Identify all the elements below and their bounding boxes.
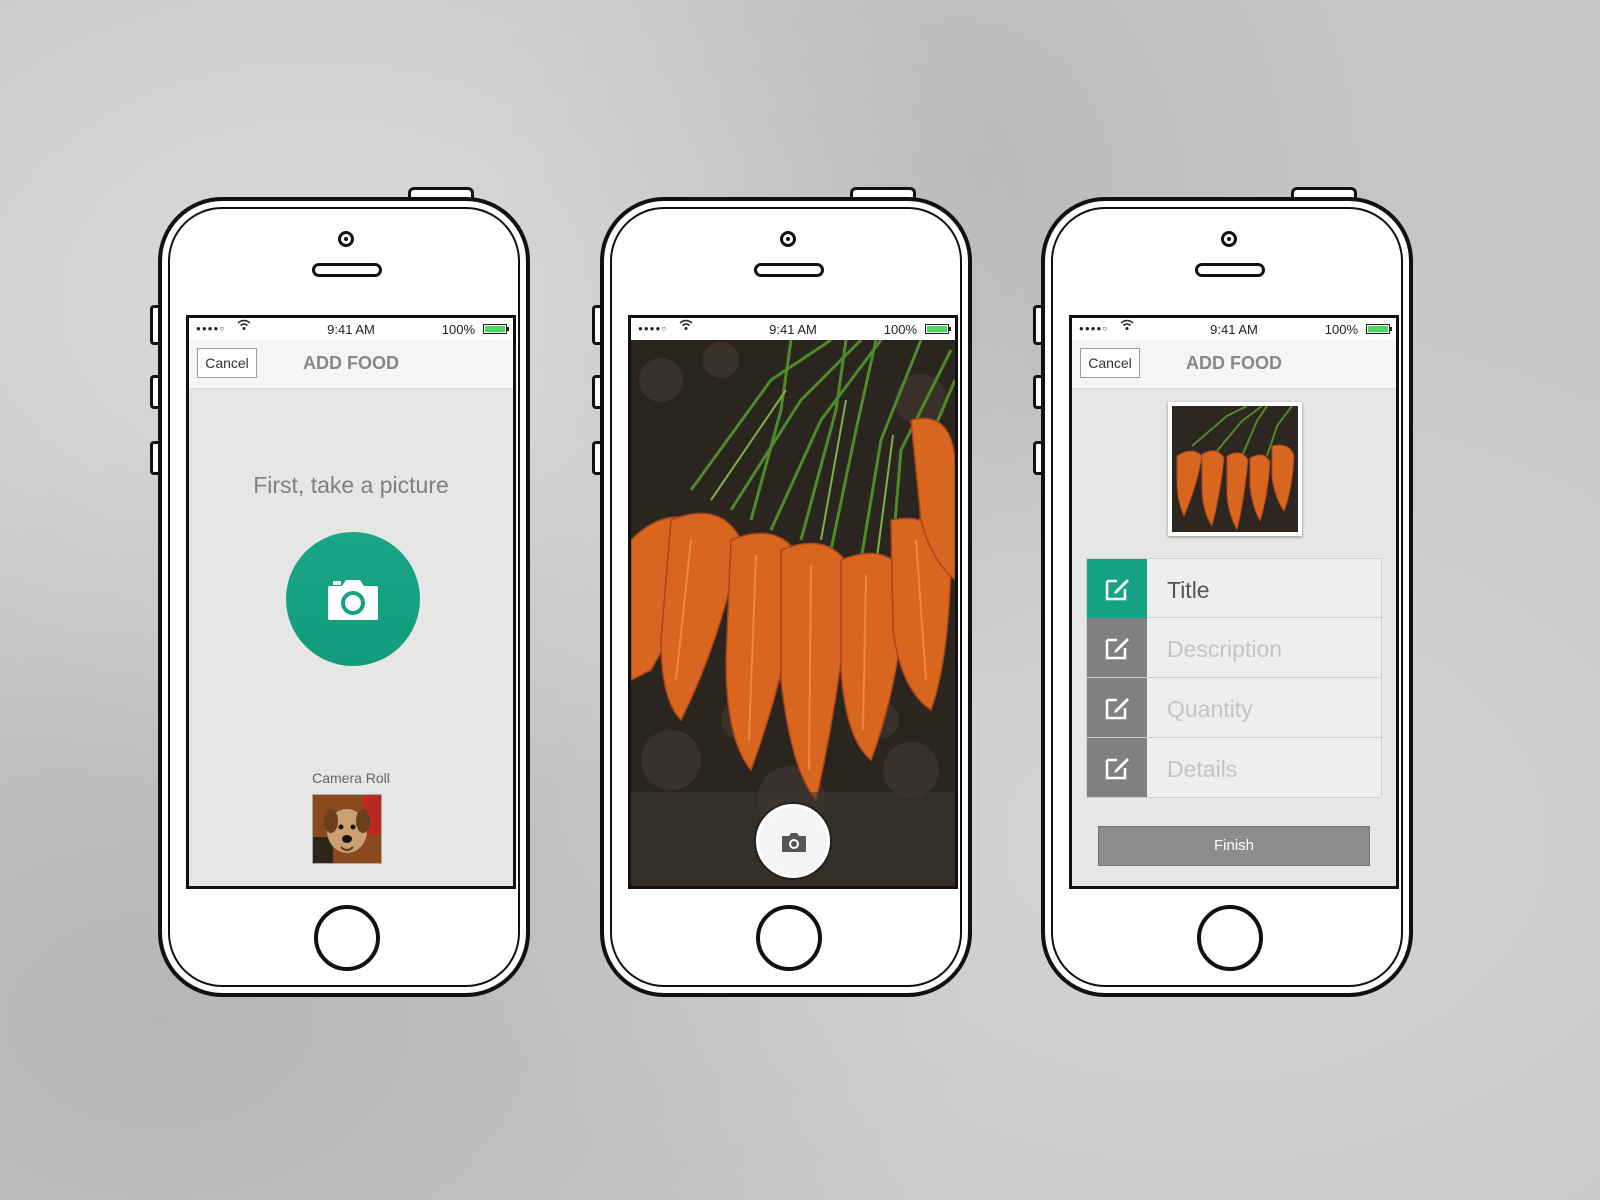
front-camera xyxy=(338,231,354,247)
home-button xyxy=(314,905,380,971)
phone-mockup-1: ●●●●○ 9:41 AM 100% Cancel ADD FOOD First… xyxy=(150,187,538,1007)
food-photo-thumbnail[interactable] xyxy=(1168,402,1302,536)
edit-icon xyxy=(1105,579,1129,601)
phone-body: ●●●●○ 9:41 AM 100% xyxy=(600,197,972,997)
take-picture-prompt: First, take a picture xyxy=(253,472,449,498)
earpiece-speaker xyxy=(1195,263,1265,277)
battery-icon xyxy=(483,324,509,334)
home-button xyxy=(756,905,822,971)
title-field-label: Title xyxy=(1167,577,1210,603)
finish-button[interactable]: Finish xyxy=(1098,826,1370,866)
phone-body: ●●●●○ 9:41 AM 100% Cancel ADD FOOD Title… xyxy=(1041,197,1413,997)
battery-percent: 100% xyxy=(441,322,475,337)
camera-icon xyxy=(328,580,378,620)
navigation-bar: Cancel ADD FOOD xyxy=(1072,340,1396,389)
phone-mockup-3: ●●●●○ 9:41 AM 100% Cancel ADD FOOD Title… xyxy=(1033,187,1421,1007)
battery-icon xyxy=(1366,324,1392,334)
camera-roll-thumbnail[interactable] xyxy=(312,794,382,864)
status-bar: ●●●●○ 9:41 AM 100% xyxy=(631,318,955,340)
front-camera xyxy=(780,231,796,247)
earpiece-speaker xyxy=(312,263,382,277)
earpiece-speaker xyxy=(754,263,824,277)
description-field[interactable]: Description xyxy=(1086,618,1382,678)
camera-icon xyxy=(782,833,806,852)
quantity-field[interactable]: Quantity xyxy=(1086,678,1382,738)
battery-percent: 100% xyxy=(883,322,917,337)
page-title: ADD FOOD xyxy=(1186,353,1282,373)
dog-photo-image xyxy=(313,795,381,863)
screen-camera-viewfinder: ●●●●○ 9:41 AM 100% xyxy=(628,315,958,889)
home-button xyxy=(1197,905,1263,971)
carrots-thumbnail-image xyxy=(1172,406,1298,532)
title-field[interactable]: Title xyxy=(1086,558,1382,618)
quantity-field-label: Quantity xyxy=(1167,696,1253,722)
food-details-form: Title Description Quantity Details xyxy=(1086,558,1382,798)
edit-icon xyxy=(1105,638,1129,660)
take-picture-button[interactable] xyxy=(286,532,420,666)
front-camera xyxy=(1221,231,1237,247)
camera-roll-label: Camera Roll xyxy=(312,770,390,786)
navigation-bar: Cancel ADD FOOD xyxy=(189,340,513,389)
status-bar: ●●●●○ 9:41 AM 100% xyxy=(189,318,513,340)
page-title: ADD FOOD xyxy=(303,353,399,373)
details-field-label: Details xyxy=(1167,756,1238,782)
battery-percent: 100% xyxy=(1324,322,1358,337)
status-bar: ●●●●○ 9:41 AM 100% xyxy=(1072,318,1396,340)
shutter-button[interactable] xyxy=(756,804,830,878)
screen-food-details: ●●●●○ 9:41 AM 100% Cancel ADD FOOD Title… xyxy=(1069,315,1399,889)
edit-icon xyxy=(1105,698,1129,720)
screen-take-picture: ●●●●○ 9:41 AM 100% Cancel ADD FOOD First… xyxy=(186,315,516,889)
details-field[interactable]: Details xyxy=(1086,738,1382,798)
battery-icon xyxy=(925,324,951,334)
description-field-label: Description xyxy=(1167,636,1283,662)
edit-icon xyxy=(1105,758,1129,780)
phone-mockup-2: ●●●●○ 9:41 AM 100% xyxy=(592,187,980,1007)
phone-body: ●●●●○ 9:41 AM 100% Cancel ADD FOOD First… xyxy=(158,197,530,997)
